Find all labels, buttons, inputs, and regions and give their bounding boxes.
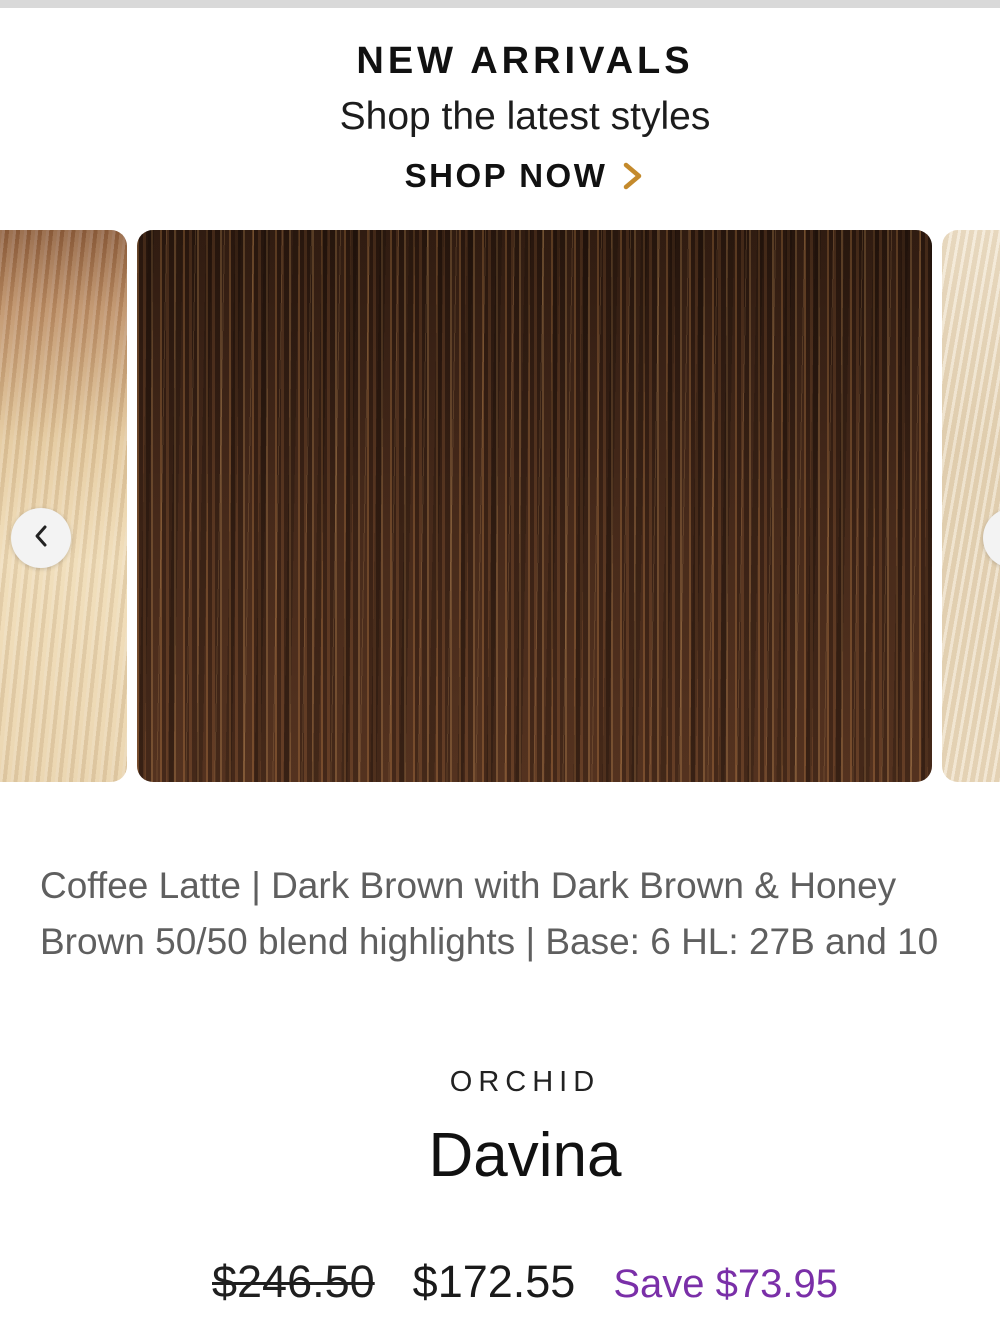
carousel-slide-current[interactable] bbox=[137, 230, 932, 782]
carousel-slide-previous[interactable] bbox=[0, 230, 127, 782]
sale-price: $172.55 bbox=[412, 1256, 576, 1307]
product-title: Davina bbox=[428, 1121, 622, 1190]
promo-subheading: Shop the latest styles bbox=[339, 95, 711, 138]
brand-name: ORCHID bbox=[449, 1066, 601, 1098]
savings-badge: Save $73.95 bbox=[613, 1262, 838, 1306]
shop-now-link[interactable]: SHOP NOW bbox=[405, 156, 646, 196]
original-price: $246.50 bbox=[212, 1256, 375, 1307]
carousel-slide-next[interactable] bbox=[942, 230, 1000, 782]
chevron-right-icon bbox=[621, 159, 645, 193]
chevron-left-icon bbox=[31, 523, 51, 554]
color-description: Coffee Latte | Dark Brown with Dark Brow… bbox=[40, 865, 939, 962]
shop-now-label: SHOP NOW bbox=[404, 157, 608, 194]
promo-banner: NEW ARRIVALS Shop the latest styles SHOP… bbox=[0, 38, 1000, 196]
carousel-prev-button[interactable] bbox=[11, 508, 71, 568]
promo-heading: NEW ARRIVALS bbox=[356, 40, 694, 82]
top-divider bbox=[0, 0, 1000, 8]
product-image-carousel[interactable] bbox=[0, 230, 1000, 782]
price-row: $246.50 $172.55 Save $73.95 bbox=[0, 1256, 1000, 1316]
